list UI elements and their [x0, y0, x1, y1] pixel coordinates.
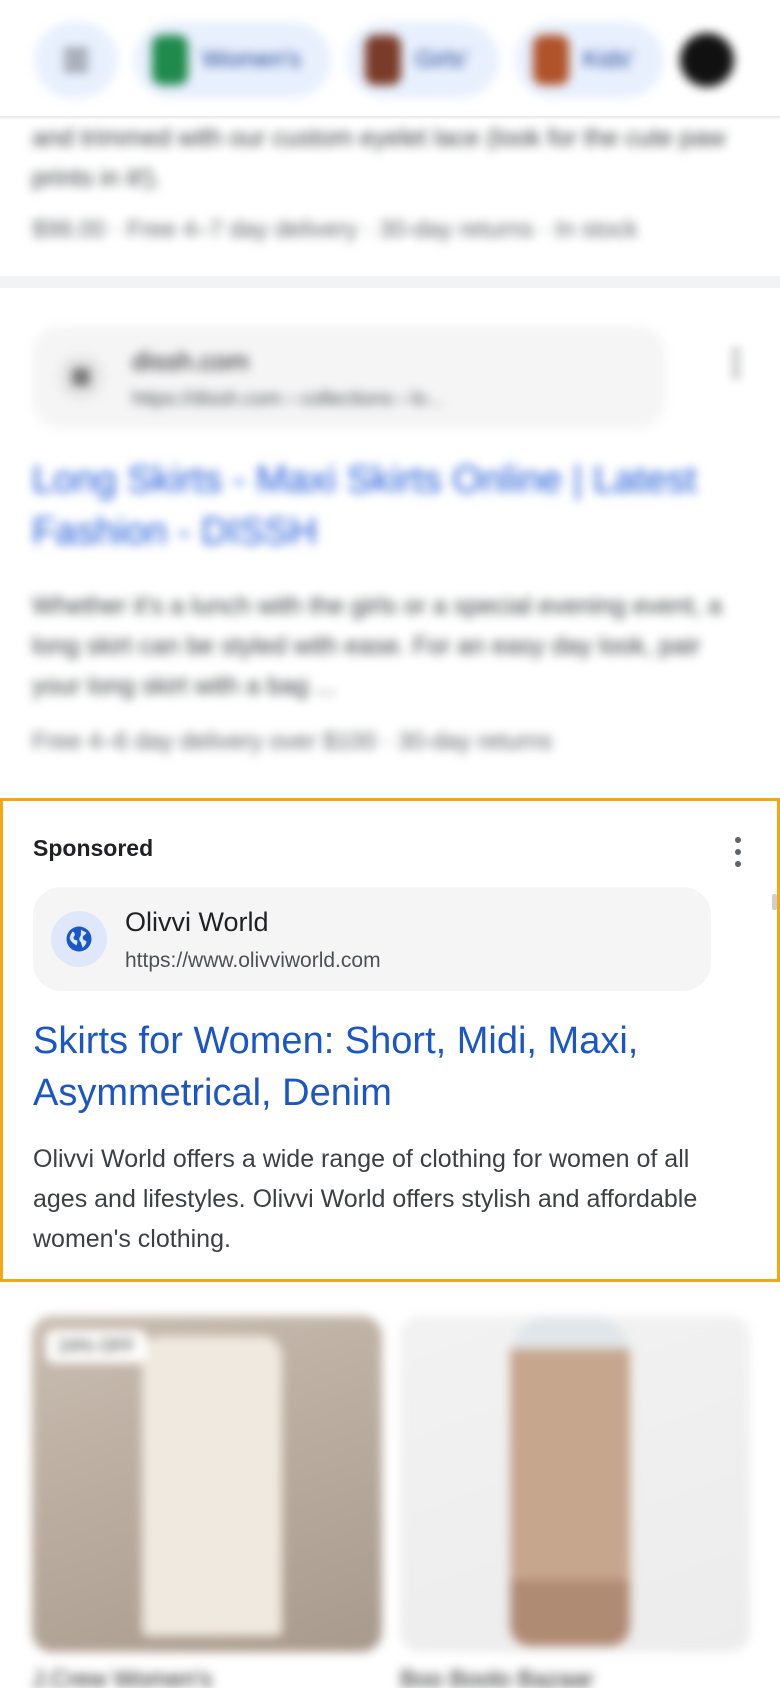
product-name[interactable]: Boo Boolo Bazaar	[400, 1666, 593, 1688]
filter-chip[interactable]	[34, 22, 118, 98]
result-meta: Free 4–6 day delivery over $100 · 30-day…	[32, 728, 553, 755]
ad-title-link[interactable]: Skirts for Women: Short, Midi, Maxi, Asy…	[33, 1015, 733, 1119]
chip-label: Girls'	[414, 46, 469, 73]
product-card[interactable]: 24% OFF	[32, 1316, 382, 1652]
more-options-icon[interactable]	[725, 837, 751, 867]
chip-thumbnail	[152, 35, 188, 85]
chip-label: Women's	[202, 46, 301, 73]
site-favicon-icon	[58, 354, 104, 400]
result-more-options-icon[interactable]	[730, 348, 742, 383]
filter-icon	[64, 49, 88, 71]
advertiser-name: Olivvi World	[125, 907, 269, 937]
product-image	[142, 1336, 282, 1636]
chip-thumbnail	[532, 35, 569, 85]
product-card[interactable]	[400, 1316, 750, 1652]
ad-description: Olivvi World offers a wide range of clot…	[33, 1145, 698, 1253]
category-chip-bar: Women's Girls' Kids'	[0, 0, 780, 120]
chip-womens[interactable]: Women's	[134, 22, 331, 98]
discount-badge: 24% OFF	[46, 1330, 148, 1363]
ad-source-pill[interactable]: Olivvi World https://www.olivviworld.com	[33, 887, 711, 991]
result-separator	[0, 276, 780, 288]
result-site-name: dissh.com	[132, 346, 250, 376]
advertiser-url: https://www.olivviworld.com	[125, 949, 381, 972]
result-title-link[interactable]: Long Skirts - Maxi Skirts Online | Lates…	[32, 454, 752, 558]
chip-kids[interactable]: Kids'	[514, 22, 665, 98]
previous-result-meta: $98.00 · Free 4–7 day delivery · 30-day …	[32, 216, 638, 243]
sponsored-ad-card: Sponsored Olivvi World https://www.olivv…	[0, 798, 780, 1282]
product-image	[510, 1316, 630, 1646]
result-url: https://dissh.com › collections › lo...	[132, 388, 444, 410]
result-source-pill[interactable]: dissh.com https://dissh.com › collection…	[32, 326, 666, 428]
previous-result-snippet: and trimmed with our custom eyelet lace …	[32, 124, 726, 192]
chip-list: Women's Girls' Kids'	[34, 22, 735, 98]
scrollbar-thumb[interactable]	[772, 894, 777, 910]
product-name[interactable]: J.Crew Women's	[32, 1666, 212, 1688]
chip-girls[interactable]: Girls'	[346, 22, 499, 98]
chip-label: Kids'	[582, 46, 635, 73]
sponsored-label: Sponsored	[33, 835, 154, 861]
chip-more[interactable]	[680, 33, 735, 87]
globe-icon	[51, 911, 107, 967]
chip-thumbnail	[364, 35, 401, 85]
result-snippet: Whether it's a lunch with the girls or a…	[32, 592, 722, 700]
